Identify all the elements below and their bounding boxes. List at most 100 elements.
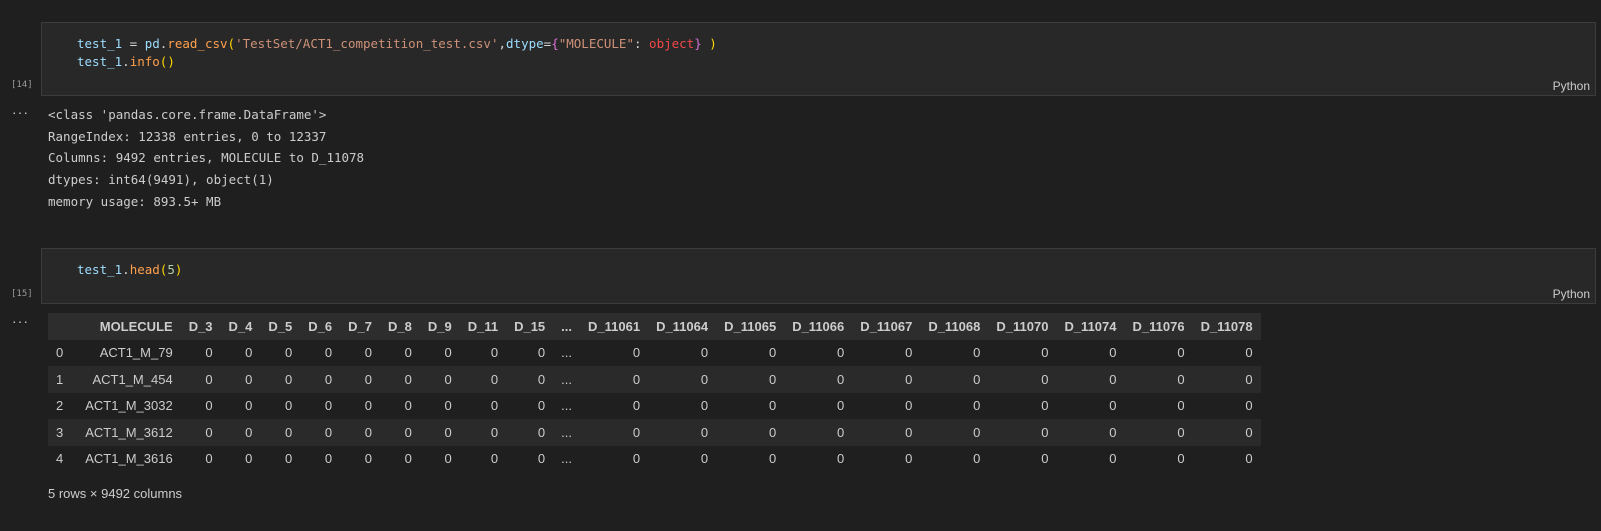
- code-token: object: [649, 36, 695, 51]
- code-token: info: [129, 54, 160, 69]
- execution-count: [15]: [11, 289, 33, 299]
- column-header: D_11076: [1132, 318, 1185, 334]
- table-cell: 0: [404, 398, 412, 414]
- table-cell: 0: [1177, 345, 1185, 361]
- table-cell: 0: [905, 398, 913, 414]
- row-index: 1: [56, 371, 64, 387]
- column-header: D_11061: [588, 318, 641, 334]
- table-cell: 0: [632, 424, 641, 440]
- table-cell: ACT1_M_79: [99, 345, 173, 361]
- table-cell: 0: [324, 424, 333, 440]
- table-cell: 0: [837, 345, 845, 361]
- column-header: D_15: [514, 318, 546, 334]
- table-cell: 0: [205, 345, 213, 361]
- ellipsis-icon[interactable]: ···: [12, 313, 29, 329]
- code-cell-14[interactable]: test_1 = pd. read_csv('TestSet/ACT1_compe…: [41, 22, 1596, 96]
- table-cell: 0: [1109, 451, 1117, 467]
- table-row: 1 ACT1_M_454 0 0 0 0 0 0 0 0 0... 0 0 0 0 0 0 0 0 0 0: [48, 366, 1261, 393]
- table-cell: ACT1_M_3032: [85, 398, 173, 414]
- table-cell: 0: [768, 371, 777, 387]
- table-cell: 0: [973, 451, 981, 467]
- code-line[interactable]: test_1.info(): [77, 53, 175, 71]
- column-header: D_4: [228, 318, 253, 334]
- table-cell: 0: [490, 424, 499, 440]
- table-cell: 0: [364, 398, 372, 414]
- table-cell: 0: [285, 345, 293, 361]
- table-cell: 0: [1041, 398, 1049, 414]
- table-cell: 0: [1041, 345, 1049, 361]
- table-cell: 0: [404, 371, 412, 387]
- table-cell: 0: [632, 451, 641, 467]
- table-cell: 0: [245, 424, 253, 440]
- table-cell: 0: [1245, 424, 1253, 440]
- table-cell: 0: [324, 451, 333, 467]
- table-row: 2 ACT1_M_3032 0 0 0 0 0 0 0 0 0... 0 0 0 0 0 0 0 0 0 0: [48, 393, 1261, 420]
- code-token: test_1: [77, 36, 123, 51]
- table-cell: 0: [245, 398, 253, 414]
- table-cell: 0: [1109, 371, 1117, 387]
- table-cell: 0: [285, 371, 293, 387]
- column-header: D_11065: [724, 318, 777, 334]
- table-cell: ...: [561, 424, 572, 440]
- output-line: RangeIndex: 12338 entries, 0 to 12337: [48, 128, 327, 144]
- table-cell: 0: [404, 424, 412, 440]
- column-header: D_3: [188, 318, 213, 334]
- table-cell: 0: [837, 451, 845, 467]
- table-cell: 0: [245, 345, 253, 361]
- table-cell: 0: [905, 424, 913, 440]
- table-cell: 0: [537, 451, 546, 467]
- row-index: 2: [56, 398, 64, 414]
- column-header: D_11064: [656, 318, 709, 334]
- output-line: <class 'pandas.core.frame.DataFrame'>: [48, 107, 327, 122]
- table-cell: 0: [837, 424, 845, 440]
- code-token: 'TestSet/ACT1_competition_test.csv': [235, 36, 499, 51]
- table-cell: 0: [973, 345, 981, 361]
- code-token: (: [227, 36, 236, 51]
- table-cell: 0: [205, 451, 213, 467]
- table-cell: 0: [700, 451, 709, 467]
- table-cell: 0: [490, 451, 499, 467]
- code-token: "MOLECULE": [558, 36, 634, 51]
- execution-count: [14]: [11, 80, 33, 90]
- table-cell: 0: [973, 424, 981, 440]
- column-header: D_6: [308, 318, 333, 334]
- table-cell: 0: [837, 371, 845, 387]
- table-cell: 0: [205, 371, 213, 387]
- table-cell: 0: [1041, 451, 1049, 467]
- code-line[interactable]: test_1.head(5): [77, 261, 182, 279]
- column-header: D_11: [467, 318, 499, 334]
- language-label[interactable]: Python: [1553, 79, 1590, 93]
- output-line: memory usage: 893.5+ MB: [48, 193, 222, 209]
- table-cell: 0: [973, 371, 981, 387]
- table-cell: 0: [768, 451, 777, 467]
- table-cell: 0: [632, 398, 641, 414]
- code-token: dtype: [506, 36, 544, 51]
- table-cell: 0: [245, 451, 253, 467]
- table-cell: 0: [1109, 345, 1117, 361]
- table-cell: 0: [364, 424, 372, 440]
- column-header: D_9: [427, 318, 452, 334]
- code-cell-15[interactable]: test_1.head(5) Python: [41, 248, 1596, 304]
- table-cell: 0: [444, 424, 452, 440]
- code-line[interactable]: test_1 = pd.read_csv('TestSet/ACT1_compe…: [77, 35, 717, 53]
- code-token: ,: [498, 36, 507, 51]
- column-header: D_11067: [860, 318, 913, 334]
- table-cell: 0: [537, 424, 546, 440]
- code-token: head: [129, 262, 160, 277]
- table-cell: 0: [632, 345, 641, 361]
- table-cell: ...: [561, 398, 572, 414]
- table-cell: 0: [1177, 451, 1185, 467]
- table-cell: 0: [1041, 424, 1049, 440]
- table-cell: 0: [905, 451, 913, 467]
- ellipsis-icon[interactable]: ···: [12, 104, 29, 120]
- table-cell: 0: [404, 451, 412, 467]
- code-token: .: [122, 54, 130, 69]
- language-label[interactable]: Python: [1553, 287, 1590, 301]
- table-cell: 0: [324, 345, 333, 361]
- table-cell: 0: [768, 345, 777, 361]
- table-row: 3 ACT1_M_3612 0 0 0 0 0 0 0 0 0... 0 0 0 0 0 0 0 0 0 0: [48, 419, 1261, 446]
- table-cell: 0: [324, 398, 333, 414]
- table-cell: 0: [1245, 345, 1253, 361]
- column-header: D_11078: [1200, 318, 1253, 334]
- code-token: (): [159, 54, 175, 69]
